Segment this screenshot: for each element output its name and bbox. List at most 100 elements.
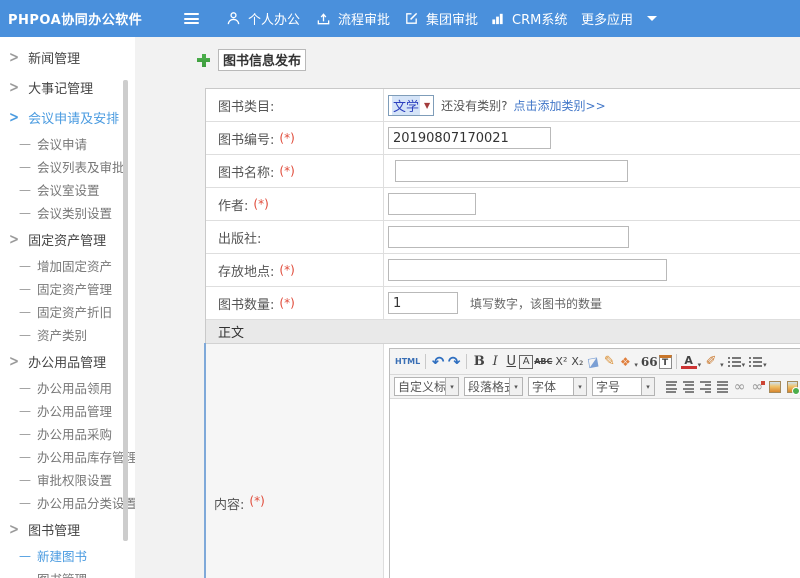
sidebar-item-meeting-management[interactable]: > 会议申请及安排 xyxy=(0,102,135,132)
format-painter-icon[interactable]: ❖ xyxy=(617,352,633,372)
html-source-icon[interactable]: HTML xyxy=(394,352,421,372)
upload-image-icon[interactable] xyxy=(787,381,798,393)
dropdown-caret-icon[interactable]: ▾ xyxy=(698,361,702,369)
sidebar-item-add-fixed-asset[interactable]: — 增加固定资产 xyxy=(0,254,135,277)
sidebar-item-label: 办公用品采购 xyxy=(37,424,112,443)
sidebar-item-supplies-inventory[interactable]: — 办公用品库存管理 xyxy=(0,445,135,468)
italic-icon[interactable]: I xyxy=(487,352,503,372)
dropdown-caret-icon[interactable]: ▾ xyxy=(742,361,746,369)
sidebar-item-fixed-asset-depreciation[interactable]: — 固定资产折旧 xyxy=(0,300,135,323)
form-row-publisher: 出版社: xyxy=(206,221,800,254)
paste-as-text-icon[interactable]: T xyxy=(659,355,672,369)
nav-process-approval[interactable]: 流程审批 xyxy=(316,0,390,37)
sidebar-item-events-management[interactable]: > 大事记管理 xyxy=(0,72,135,102)
sidebar-item-news-management[interactable]: > 新闻管理 xyxy=(0,42,135,72)
body-section-header: 正文 xyxy=(206,320,800,344)
sidebar-scrollbar[interactable] xyxy=(123,80,128,541)
highlight-color-icon[interactable]: ✐ xyxy=(703,352,719,372)
sidebar-item-book-management[interactable]: > 图书管理 xyxy=(0,514,135,544)
required-mark: (*) xyxy=(279,263,294,277)
hamburger-menu-icon[interactable] xyxy=(184,13,199,24)
publisher-input[interactable] xyxy=(388,226,629,248)
align-center-icon[interactable] xyxy=(683,381,694,393)
field-label: 存放地点: xyxy=(218,261,274,280)
sidebar-item-label: 会议类别设置 xyxy=(37,203,112,222)
category-select[interactable]: 文学 ▼ xyxy=(388,95,434,116)
dropdown-caret-icon: ▾ xyxy=(509,378,522,395)
field-label-cell: 图书编号: (*) xyxy=(206,122,384,154)
page-title-text: 图书信息发布 xyxy=(218,49,306,71)
sidebar-item-label: 固定资产折旧 xyxy=(37,302,112,321)
font-family-dropdown[interactable]: 字体 ▾ xyxy=(528,377,587,396)
required-mark: (*) xyxy=(249,494,264,508)
required-mark: (*) xyxy=(279,296,294,310)
ordered-list-icon[interactable] xyxy=(728,356,741,367)
form-row-book-name: 图书名称: (*) xyxy=(206,155,800,188)
sidebar-item-approval-permission-settings[interactable]: — 审批权限设置 xyxy=(0,468,135,491)
sidebar-item-label: 增加固定资产 xyxy=(37,256,112,275)
book-name-input[interactable] xyxy=(395,160,628,182)
form-row-location: 存放地点: (*) xyxy=(206,254,800,287)
redo-icon[interactable]: ↷ xyxy=(446,352,462,372)
book-form-table: 图书类目: 文学 ▼ 还没有类别? 点击添加类别>> 图书编号: (*) xyxy=(205,88,800,578)
dropdown-caret-icon[interactable]: ▾ xyxy=(763,361,767,369)
add-category-link[interactable]: 点击添加类别>> xyxy=(514,97,606,114)
dash-icon: — xyxy=(19,549,31,563)
toolbar-separator xyxy=(466,354,467,369)
font-color-icon[interactable]: A xyxy=(681,354,697,369)
undo-icon[interactable]: ↶ xyxy=(430,352,446,372)
nav-label: 流程审批 xyxy=(338,9,390,28)
toolbar-separator xyxy=(425,354,426,369)
sidebar-item-label: 图书管理 xyxy=(28,520,80,539)
sidebar-item-book-management-sub[interactable]: — 图书管理 xyxy=(0,567,135,578)
sidebar-item-office-supplies[interactable]: > 办公用品管理 xyxy=(0,346,135,376)
sidebar-item-meeting-category-settings[interactable]: — 会议类别设置 xyxy=(0,201,135,224)
custom-title-dropdown[interactable]: 自定义标题 ▾ xyxy=(394,377,459,396)
nav-personal-office[interactable]: 个人办公 xyxy=(226,0,300,37)
dropdown-caret-icon[interactable]: ▾ xyxy=(720,361,724,369)
book-code-input[interactable] xyxy=(388,127,551,149)
underline-icon[interactable]: U xyxy=(503,352,519,372)
sidebar-item-meeting-apply[interactable]: — 会议申请 xyxy=(0,132,135,155)
required-mark: (*) xyxy=(253,197,268,211)
sidebar-item-supplies-claim[interactable]: — 办公用品领用 xyxy=(0,376,135,399)
remove-link-icon[interactable]: ∞ xyxy=(751,379,763,395)
author-input[interactable] xyxy=(388,193,476,215)
eraser-icon[interactable]: ◪ xyxy=(584,350,603,372)
sidebar-item-fixed-asset-management[interactable]: — 固定资产管理 xyxy=(0,277,135,300)
sidebar-item-new-book[interactable]: — 新建图书 xyxy=(0,544,135,567)
blockquote-icon[interactable]: 66 xyxy=(640,352,659,372)
insert-image-icon[interactable] xyxy=(769,381,780,393)
sidebar-item-fixed-assets[interactable]: > 固定资产管理 xyxy=(0,224,135,254)
dash-icon: — xyxy=(19,328,31,342)
format-brush-icon[interactable]: ✎ xyxy=(601,352,617,372)
sidebar-item-asset-category[interactable]: — 资产类别 xyxy=(0,323,135,346)
sidebar-item-supplies-category-settings[interactable]: — 办公用品分类设置 xyxy=(0,491,135,514)
superscript-icon[interactable]: X² xyxy=(553,352,569,372)
location-input[interactable] xyxy=(388,259,667,281)
align-justify-icon[interactable] xyxy=(717,381,728,393)
quantity-input[interactable] xyxy=(388,292,458,314)
unordered-list-icon[interactable] xyxy=(749,356,762,367)
sidebar-item-meeting-list[interactable]: — 会议列表及审批 xyxy=(0,155,135,178)
nav-more-apps[interactable]: 更多应用 xyxy=(581,0,657,37)
editor-content-area[interactable] xyxy=(390,399,800,578)
form-row-author: 作者: (*) xyxy=(206,188,800,221)
nav-group-approval[interactable]: 集团审批 xyxy=(404,0,478,37)
font-style-icon[interactable]: A xyxy=(519,355,533,369)
dropdown-label: 段落格式 xyxy=(465,378,509,395)
sidebar-item-meeting-room-settings[interactable]: — 会议室设置 xyxy=(0,178,135,201)
bold-icon[interactable]: B xyxy=(471,352,487,372)
field-value-cell xyxy=(384,188,800,220)
sidebar-item-supplies-purchase[interactable]: — 办公用品采购 xyxy=(0,422,135,445)
sidebar-item-supplies-management[interactable]: — 办公用品管理 xyxy=(0,399,135,422)
align-right-icon[interactable] xyxy=(700,381,711,393)
paragraph-format-dropdown[interactable]: 段落格式 ▾ xyxy=(464,377,523,396)
nav-crm-system[interactable]: CRM系统 xyxy=(490,0,567,37)
nav-label: CRM系统 xyxy=(512,9,567,28)
align-left-icon[interactable] xyxy=(666,381,677,393)
font-size-dropdown[interactable]: 字号 ▾ xyxy=(592,377,655,396)
strikethrough-icon[interactable]: ABC xyxy=(533,352,553,372)
insert-link-icon[interactable]: ∞ xyxy=(734,379,746,395)
dropdown-caret-icon[interactable]: ▾ xyxy=(634,361,638,369)
